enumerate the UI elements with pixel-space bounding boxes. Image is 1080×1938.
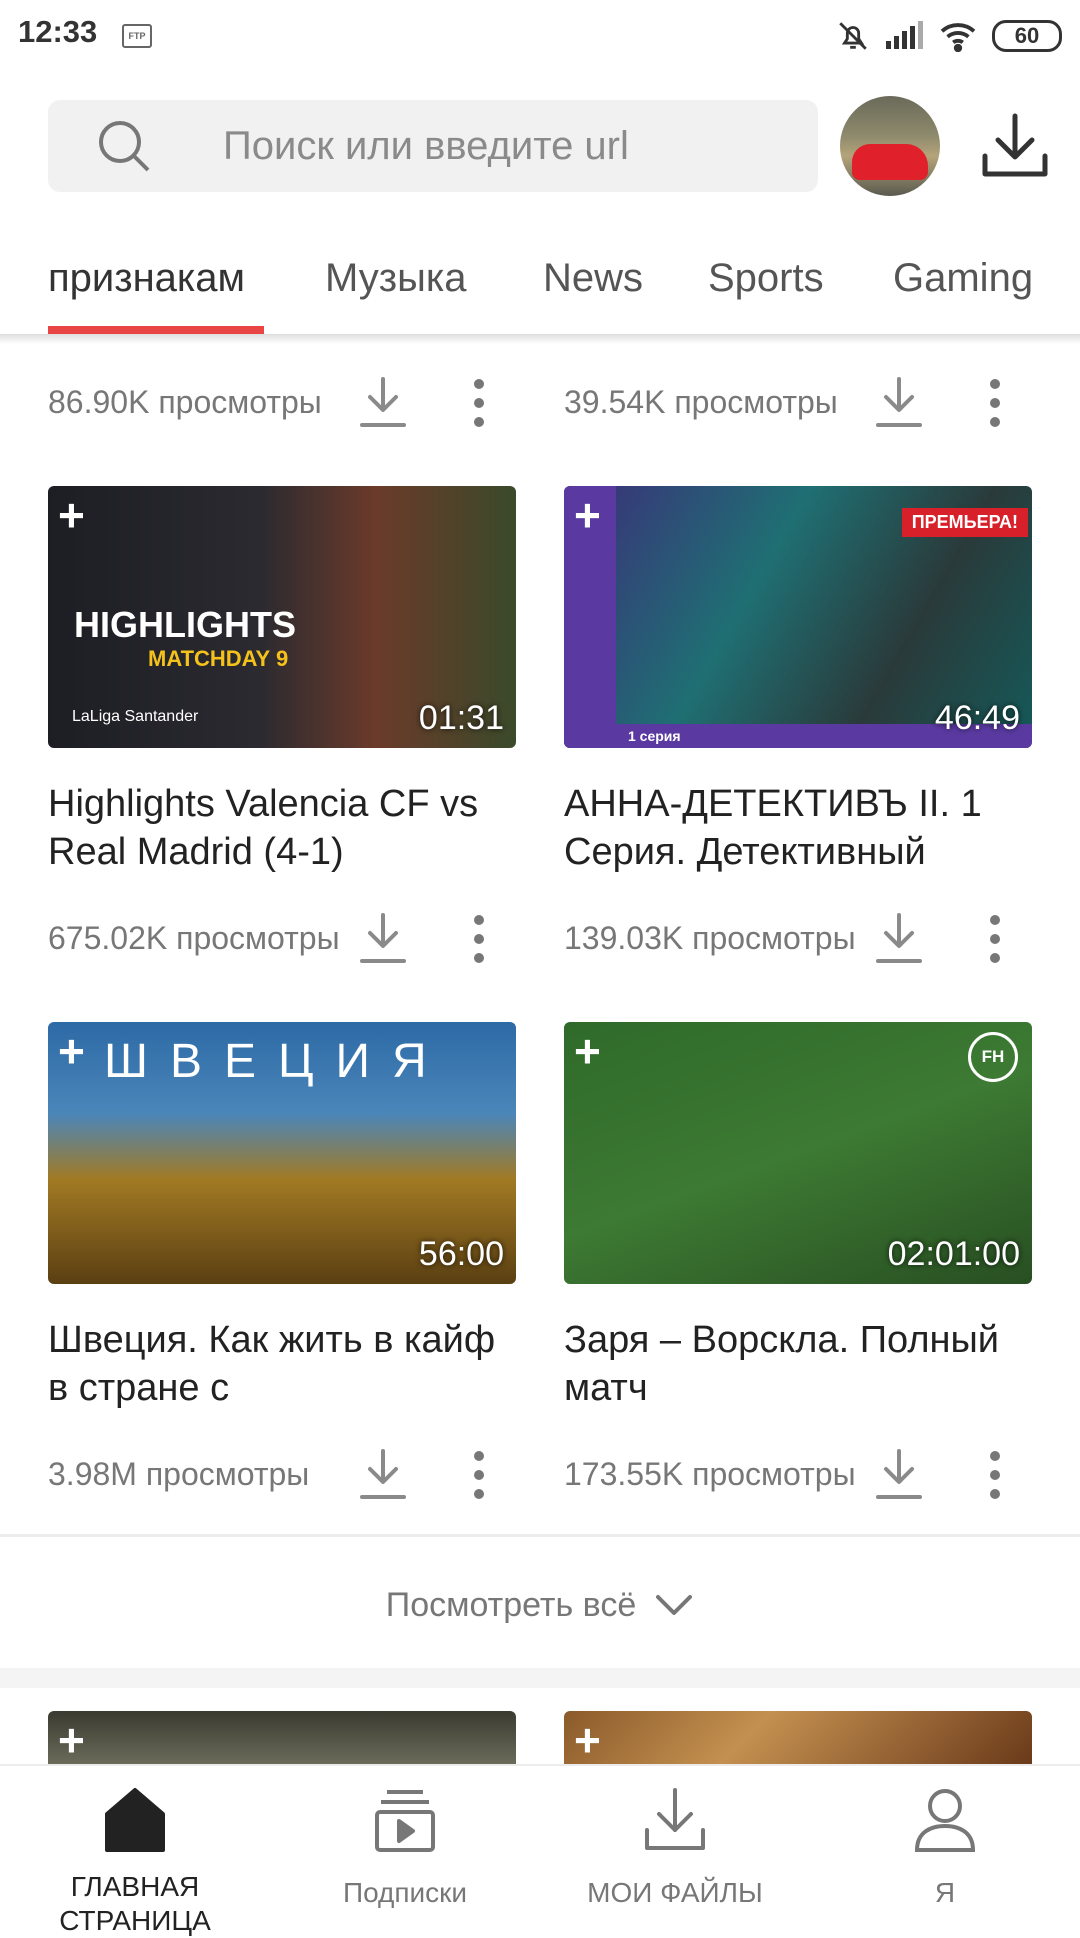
- thumbnail-subtitle: MATCHDAY 9: [148, 646, 289, 671]
- add-icon[interactable]: +: [574, 1028, 601, 1074]
- thumbnail-logo: LaLiga Santander: [72, 708, 199, 725]
- video-duration: 02:01:00: [887, 1235, 1020, 1273]
- nav-my-files[interactable]: МОИ ФАЙЛЫ: [540, 1766, 810, 1922]
- tab-sports[interactable]: Sports: [708, 256, 824, 301]
- battery-indicator: 60: [992, 20, 1062, 52]
- video-duration: 56:00: [418, 1235, 504, 1273]
- add-icon[interactable]: +: [574, 1717, 601, 1763]
- thumbnail-series: 1 серия: [628, 728, 681, 744]
- download-icon[interactable]: [358, 911, 408, 967]
- download-icon[interactable]: [358, 375, 408, 431]
- nav-home[interactable]: ГЛАВНАЯ СТРАНИЦА: [0, 1766, 270, 1936]
- tab-news[interactable]: News: [543, 256, 643, 301]
- video-views: 3.98M просмотры: [48, 1456, 310, 1492]
- subscriptions-icon: [375, 1790, 435, 1852]
- status-time: 12:33: [18, 14, 98, 49]
- video-title[interactable]: Highlights Valencia CF vs Real Madrid (4…: [48, 780, 518, 876]
- section-divider: [0, 1534, 1080, 1537]
- home-icon: [105, 1788, 165, 1852]
- video-views: 173.55K просмотры: [564, 1456, 856, 1492]
- video-title[interactable]: Заря – Ворскла. Полный матч: [564, 1316, 1034, 1412]
- bottom-navigation: ГЛАВНАЯ СТРАНИЦА Подписки МОИ ФАЙЛЫ Я: [0, 1764, 1080, 1936]
- download-icon[interactable]: [874, 1447, 924, 1503]
- nav-label-my-files: МОИ ФАЙЛЫ: [587, 1877, 763, 1908]
- my-files-icon: [645, 1788, 705, 1850]
- download-icon[interactable]: [874, 911, 924, 967]
- see-all-button[interactable]: Посмотреть всё: [0, 1565, 1080, 1645]
- status-bar: 12:33 FTP 60: [0, 0, 1080, 72]
- video-duration: 01:31: [418, 699, 504, 737]
- add-icon[interactable]: +: [58, 1717, 85, 1763]
- tab-active-indicator: [48, 326, 264, 334]
- video-thumbnail[interactable]: + FH 02:01:00: [564, 1022, 1032, 1284]
- video-thumbnail[interactable]: +: [48, 1711, 516, 1764]
- video-thumbnail[interactable]: 1 серия + ПРЕМЬЕРА! 46:49: [564, 486, 1032, 748]
- bell-off-icon: [839, 22, 867, 50]
- section-gap: [0, 1668, 1080, 1688]
- profile-icon: [914, 1789, 976, 1852]
- more-options-icon[interactable]: [989, 378, 1001, 428]
- download-icon[interactable]: [358, 1447, 408, 1503]
- channel-badge: FH: [968, 1032, 1018, 1082]
- video-duration: 46:49: [934, 699, 1020, 737]
- thumbnail-headline: HIGHLIGHTS: [74, 604, 296, 645]
- wifi-icon: [940, 23, 976, 52]
- video-views: 139.03K просмотры: [564, 920, 856, 956]
- nav-label-profile: Я: [934, 1877, 956, 1908]
- more-options-icon[interactable]: [473, 378, 485, 428]
- more-options-icon[interactable]: [989, 914, 1001, 964]
- video-title[interactable]: Швеция. Как жить в кайф в стране с: [48, 1316, 518, 1412]
- nav-label-home: ГЛАВНАЯ СТРАНИЦА: [59, 1871, 211, 1936]
- video-thumbnail[interactable]: +: [564, 1711, 1032, 1764]
- download-icon[interactable]: [980, 110, 1050, 182]
- nav-label-subscriptions: Подписки: [342, 1877, 468, 1908]
- video-views: 675.02K просмотры: [48, 920, 340, 956]
- add-icon[interactable]: +: [58, 1028, 85, 1074]
- more-options-icon[interactable]: [473, 914, 485, 964]
- add-icon[interactable]: +: [58, 492, 85, 538]
- search-icon: [99, 121, 150, 172]
- video-views: 86.90K просмотры: [48, 384, 322, 420]
- premiere-badge: ПРЕМЬЕРА!: [901, 508, 1028, 537]
- more-options-icon[interactable]: [473, 1450, 485, 1500]
- status-icons: 60: [836, 16, 1062, 56]
- nav-subscriptions[interactable]: Подписки: [270, 1766, 540, 1922]
- tab-featured[interactable]: признакам: [48, 256, 245, 301]
- chevron-down-icon: [656, 1595, 693, 1615]
- signal-icon: [886, 21, 923, 49]
- more-options-icon[interactable]: [989, 1450, 1001, 1500]
- video-thumbnail[interactable]: ШВЕЦИЯ + 56:00: [48, 1022, 516, 1284]
- nav-profile[interactable]: Я: [810, 1766, 1080, 1922]
- thumbnail-overlay-text: ШВЕЦИЯ: [104, 1035, 449, 1088]
- avatar[interactable]: [840, 96, 940, 196]
- video-views: 39.54K просмотры: [564, 384, 838, 420]
- download-icon[interactable]: [874, 375, 924, 431]
- video-thumbnail[interactable]: + HIGHLIGHTS MATCHDAY 9 LaLiga Santander…: [48, 486, 516, 748]
- category-tabs: признакам Музыка News Sports Gaming: [0, 240, 1080, 336]
- tab-gaming[interactable]: Gaming: [893, 256, 1033, 301]
- search-bar[interactable]: [48, 100, 818, 192]
- search-input[interactable]: [223, 100, 783, 192]
- see-all-label: Посмотреть всё: [385, 1585, 637, 1624]
- add-icon[interactable]: +: [574, 492, 601, 538]
- video-title[interactable]: АННА-ДЕТЕКТИВЪ II. 1 Серия. Детективный: [564, 780, 1034, 876]
- tabs-divider: [0, 334, 1080, 344]
- tab-music[interactable]: Музыка: [325, 256, 466, 301]
- ftp-icon: FTP: [122, 24, 152, 48]
